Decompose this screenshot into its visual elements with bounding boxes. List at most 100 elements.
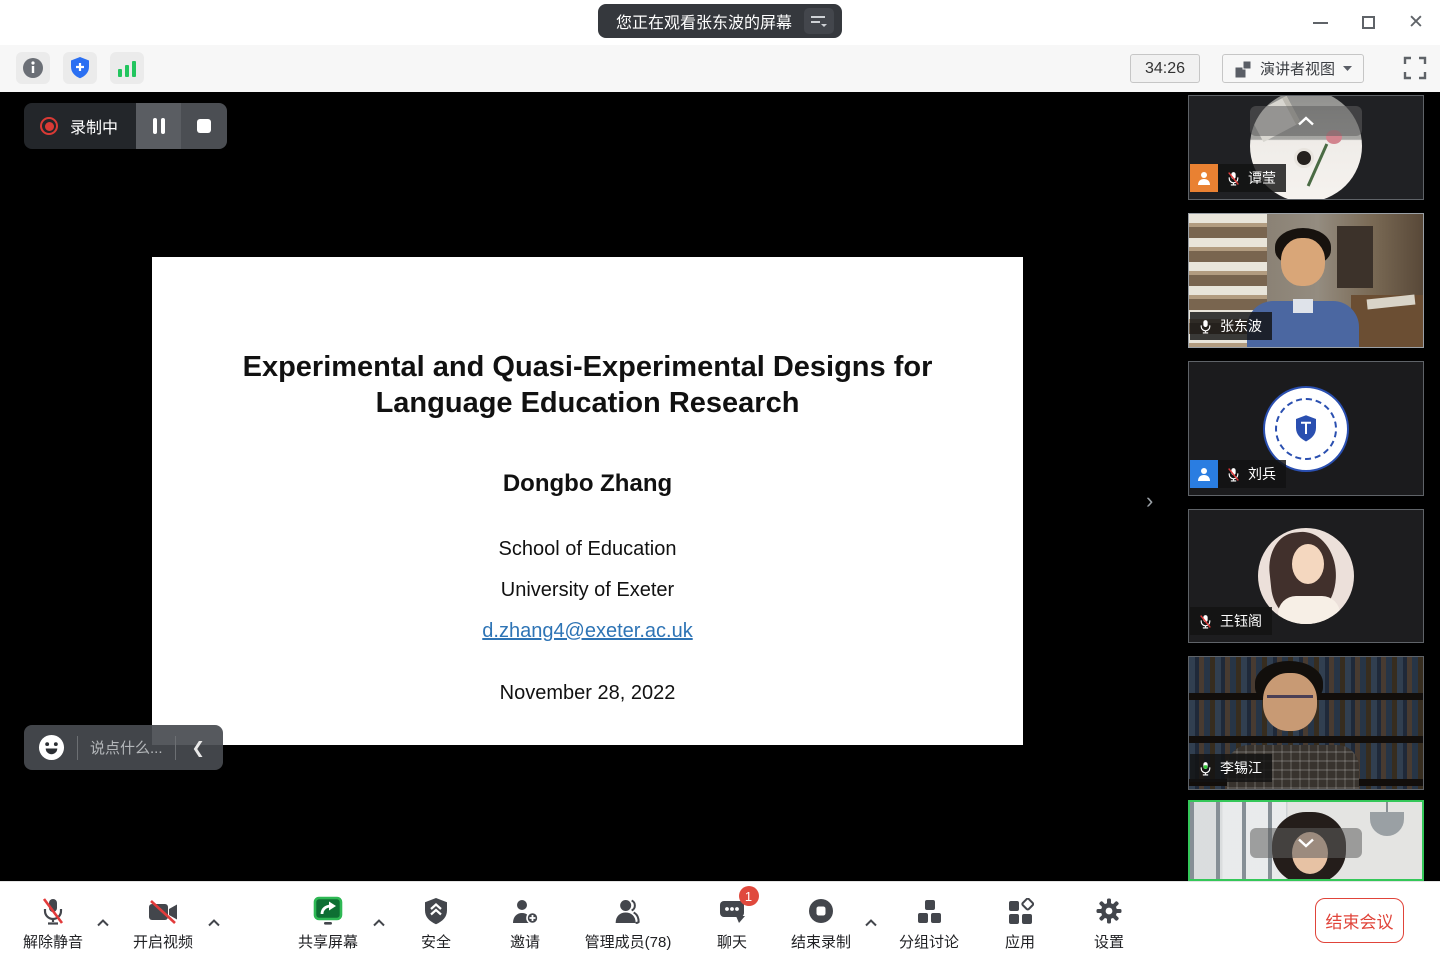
close-icon: ✕: [1408, 13, 1424, 32]
presentation-slide: Experimental and Quasi-Experimental Desi…: [152, 257, 1023, 745]
network-quality-button[interactable]: [110, 52, 144, 84]
microphone-muted-icon: [1226, 171, 1241, 186]
recording-label: 录制中: [70, 114, 118, 138]
security-shield-icon: [422, 894, 450, 926]
apps-button[interactable]: 应用: [1005, 894, 1035, 952]
view-mode-button[interactable]: 演讲者视图: [1222, 54, 1364, 83]
scroll-up-button[interactable]: [1250, 106, 1362, 136]
banner-options-button[interactable]: [804, 8, 834, 34]
divider: [77, 736, 78, 760]
encryption-button[interactable]: [63, 52, 97, 84]
settings-button[interactable]: 设置: [1094, 894, 1124, 952]
participant-label: 王钰阁: [1190, 607, 1272, 635]
gear-icon: [1094, 894, 1124, 926]
share-screen-icon: [311, 894, 345, 926]
share-screen-button[interactable]: 共享屏幕: [298, 894, 358, 952]
signal-bars-icon: [116, 57, 138, 79]
participant-tile[interactable]: 张东波: [1188, 213, 1424, 348]
chat-input[interactable]: 说点什么...: [90, 737, 163, 758]
fullscreen-icon: [1403, 56, 1427, 80]
collapse-chat-chevron[interactable]: ❮: [188, 738, 209, 758]
stop-recording-button[interactable]: [181, 103, 227, 149]
chat-bubble-icon: 1: [717, 894, 746, 926]
chevron-down-icon: [1297, 838, 1315, 848]
slide-title: Experimental and Quasi-Experimental Desi…: [238, 349, 938, 421]
stop-recording-button[interactable]: 结束录制: [791, 894, 851, 952]
nonverbal-feedback-badge: [1190, 460, 1218, 488]
info-icon: [21, 56, 45, 80]
participant-name: 王钰阁: [1220, 611, 1262, 631]
meeting-topbar: 34:26 演讲者视图: [0, 45, 1440, 92]
stop-record-icon: [806, 894, 836, 926]
participant-name: 刘兵: [1248, 464, 1276, 484]
participant-name: 张东波: [1220, 316, 1262, 336]
participant-label: 谭莹: [1190, 164, 1286, 192]
participant-tile[interactable]: 谭莹: [1188, 95, 1424, 200]
participant-label: 刘兵: [1190, 460, 1286, 488]
participant-name: 谭莹: [1248, 168, 1276, 188]
minimize-button[interactable]: [1296, 0, 1344, 45]
shared-screen-area: Experimental and Quasi-Experimental Desi…: [0, 92, 1172, 881]
window-controls: ✕: [1296, 0, 1440, 45]
camera-off-icon: [147, 894, 179, 926]
meeting-timer: 34:26: [1130, 54, 1200, 83]
chevron-up-icon: [1297, 116, 1315, 126]
close-button[interactable]: ✕: [1392, 0, 1440, 45]
recording-options-chevron[interactable]: [864, 914, 878, 932]
recording-indicator: 录制中: [24, 103, 227, 149]
unmute-button[interactable]: 解除静音: [23, 894, 83, 952]
emoji-reactions-button[interactable]: [38, 734, 65, 761]
participant-tile[interactable]: 李锡江: [1188, 656, 1424, 790]
menu-icon: [809, 13, 829, 29]
microphone-muted-icon: [1198, 614, 1213, 629]
divider: [175, 736, 176, 760]
participant-tile-active-speaker[interactable]: [1188, 800, 1424, 881]
maximize-button[interactable]: [1344, 0, 1392, 45]
microphone-speaking-icon: [1198, 761, 1213, 776]
video-options-chevron[interactable]: [207, 914, 221, 932]
share-options-chevron[interactable]: [372, 914, 386, 932]
person-icon: [1196, 170, 1212, 186]
microphone-muted-icon: [39, 894, 67, 926]
meeting-info-button[interactable]: [16, 52, 50, 84]
participant-tile[interactable]: 王钰阁: [1188, 509, 1424, 643]
invite-person-icon: [510, 894, 540, 926]
slide-date: November 28, 2022: [152, 682, 1023, 705]
end-meeting-button[interactable]: 结束会议: [1315, 898, 1404, 943]
pause-icon: [153, 118, 157, 134]
invite-button[interactable]: 邀请: [510, 894, 540, 952]
breakout-rooms-button[interactable]: 分组讨论: [899, 894, 959, 952]
participant-label: 李锡江: [1190, 754, 1272, 782]
breakout-rooms-icon: [915, 894, 943, 926]
security-button[interactable]: 安全: [421, 894, 451, 952]
participants-sidebar: 谭莹 张东波: [1172, 92, 1440, 881]
maximize-icon: [1362, 16, 1375, 29]
audio-options-chevron[interactable]: [96, 914, 110, 932]
slide-department: School of Education: [152, 533, 1023, 566]
quick-chat-bar: 说点什么... ❮: [24, 725, 223, 770]
raised-hand-badge: [1190, 164, 1218, 192]
watching-screen-banner: 您正在观看张东波的屏幕: [598, 4, 842, 38]
apps-icon: [1006, 894, 1034, 926]
shield-plus-icon: [68, 56, 92, 80]
manage-participants-button[interactable]: 管理成员(78): [585, 894, 672, 952]
scroll-down-button[interactable]: [1250, 828, 1362, 858]
participant-label: 张东波: [1190, 312, 1272, 340]
fullscreen-button[interactable]: [1400, 53, 1430, 83]
chevron-down-icon: [1342, 65, 1353, 72]
expand-panel-chevron[interactable]: ›: [1146, 488, 1153, 514]
chat-button[interactable]: 1 聊天: [717, 894, 747, 952]
start-video-button[interactable]: 开启视频: [133, 894, 193, 952]
watching-screen-text: 您正在观看张东波的屏幕: [616, 9, 792, 33]
slide-university: University of Exeter: [152, 574, 1023, 607]
participant-tile[interactable]: 刘兵: [1188, 361, 1424, 496]
pause-recording-button[interactable]: [136, 103, 181, 149]
slide-email-link[interactable]: d.zhang4@exeter.ac.uk: [152, 615, 1023, 648]
person-icon: [1196, 466, 1212, 482]
participant-name: 李锡江: [1220, 758, 1262, 778]
window-titlebar: 您正在观看张东波的屏幕 ✕: [0, 0, 1440, 45]
microphone-muted-icon: [1226, 467, 1241, 482]
view-mode-label: 演讲者视图: [1260, 58, 1335, 79]
university-shield-icon: [1293, 414, 1319, 444]
recording-dot-icon: [40, 117, 58, 135]
